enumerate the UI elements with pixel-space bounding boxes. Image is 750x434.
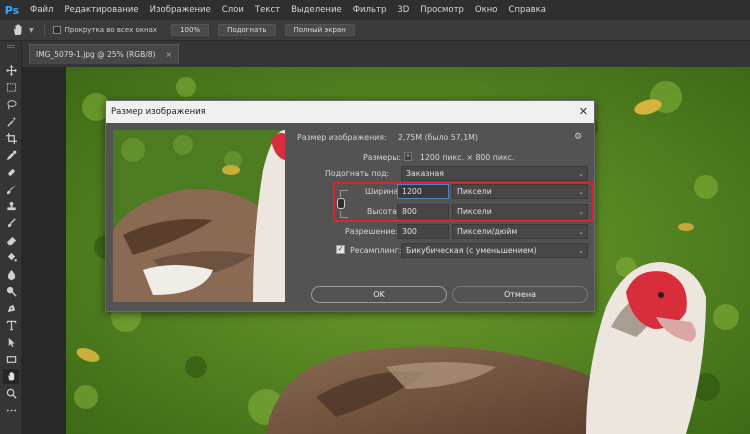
ps-logo: Ps xyxy=(4,3,20,17)
move-tool-icon[interactable] xyxy=(3,63,19,78)
tools-panel xyxy=(0,41,22,434)
zoom-100-button[interactable]: 100% xyxy=(171,24,210,36)
fit-screen-button[interactable]: Подогнать xyxy=(218,24,276,36)
options-bar: ▼ Прокрутка во всех окнах 100% Подогнать… xyxy=(0,20,750,41)
resample-method-value: Бикубическая (с уменьшением) xyxy=(406,246,537,255)
menu-layers[interactable]: Слои xyxy=(222,5,244,15)
dialog-title-bar[interactable]: Размер изображения ✕ xyxy=(106,101,594,123)
chain-bracket-bottom xyxy=(340,211,348,218)
dimensions-dropdown-icon[interactable]: ▾ xyxy=(404,152,412,161)
dialog-title: Размер изображения xyxy=(111,107,206,117)
crop-tool-icon[interactable] xyxy=(3,131,19,146)
fit-to-select[interactable]: Заказная ⌄ xyxy=(401,166,588,181)
resample-checkbox[interactable]: ✓ xyxy=(336,245,345,254)
document-tab-title: IMG_5079-1.jpg @ 25% (RGB/8) xyxy=(36,50,156,59)
width-unit-select[interactable]: Пиксели ⌄ xyxy=(452,184,588,199)
tool-preset-chevron-icon[interactable]: ▼ xyxy=(29,27,34,34)
resample-label: Ресамплинг: xyxy=(350,246,402,255)
resolution-unit-value: Пиксели/дюйм xyxy=(457,227,518,236)
image-preview[interactable] xyxy=(113,130,285,302)
menu-type[interactable]: Текст xyxy=(255,5,280,15)
eraser-tool-icon[interactable] xyxy=(3,233,19,248)
chevron-down-icon: ⌄ xyxy=(578,170,584,178)
ok-button[interactable]: OK xyxy=(311,286,447,303)
menu-filter[interactable]: Фильтр xyxy=(353,5,387,15)
menu-select[interactable]: Выделение xyxy=(291,5,342,15)
menu-file[interactable]: Файл xyxy=(30,5,53,15)
dimensions-value: 1200 пикс. × 800 пикс. xyxy=(420,153,515,162)
height-label: Высота: xyxy=(367,207,400,216)
menu-image[interactable]: Изображение xyxy=(150,5,211,15)
dialog-close-icon[interactable]: ✕ xyxy=(579,105,588,118)
width-value: 1200 xyxy=(402,187,422,196)
resolution-input[interactable]: 300 xyxy=(397,224,449,239)
history-brush-tool-icon[interactable] xyxy=(3,216,19,231)
path-selection-tool-icon[interactable] xyxy=(3,335,19,350)
magic-wand-tool-icon[interactable] xyxy=(3,114,19,129)
width-label: Ширина: xyxy=(365,187,401,196)
document-tab[interactable]: IMG_5079-1.jpg @ 25% (RGB/8) × xyxy=(29,44,180,64)
rectangle-tool-icon[interactable] xyxy=(3,352,19,367)
chevron-down-icon: ⌄ xyxy=(578,188,584,196)
resample-method-select[interactable]: Бикубическая (с уменьшением) ⌄ xyxy=(401,243,588,258)
fit-to-label: Подогнать под: xyxy=(325,169,390,178)
blur-tool-icon[interactable] xyxy=(3,267,19,282)
chevron-down-icon: ⌄ xyxy=(578,228,584,236)
hand-icon[interactable] xyxy=(11,23,25,37)
height-unit-select[interactable]: Пиксели ⌄ xyxy=(452,204,588,219)
marquee-tool-icon[interactable] xyxy=(3,80,19,95)
eyedropper-tool-icon[interactable] xyxy=(3,148,19,163)
zoom-tool-icon[interactable] xyxy=(3,386,19,401)
gear-icon[interactable]: ⚙ xyxy=(574,132,584,142)
chain-bracket-top xyxy=(340,190,348,197)
type-tool-icon[interactable] xyxy=(3,318,19,333)
scroll-all-windows-checkbox[interactable] xyxy=(52,26,61,34)
constrain-proportions-link-icon[interactable] xyxy=(337,198,345,209)
menu-3d[interactable]: 3D xyxy=(397,5,409,15)
preview-duck-illustration xyxy=(113,130,285,302)
lasso-tool-icon[interactable] xyxy=(3,97,19,112)
image-size-dialog: Размер изображения ✕ Размер изображения:… xyxy=(105,100,595,312)
scroll-all-windows-label: Прокрутка во всех окнах xyxy=(64,26,158,34)
cancel-button[interactable]: Отмена xyxy=(452,286,588,303)
menu-edit[interactable]: Редактирование xyxy=(64,5,138,15)
hand-tool-icon[interactable] xyxy=(3,369,19,384)
menu-view[interactable]: Просмотр xyxy=(420,5,464,15)
pen-tool-icon[interactable] xyxy=(3,301,19,316)
width-unit-value: Пиксели xyxy=(457,187,492,196)
clone-stamp-tool-icon[interactable] xyxy=(3,199,19,214)
image-size-label: Размер изображения: xyxy=(297,133,387,142)
more-tools-icon[interactable] xyxy=(3,403,19,418)
width-input[interactable]: 1200 xyxy=(397,184,449,199)
full-screen-button[interactable]: Полный экран xyxy=(284,24,355,36)
height-value: 800 xyxy=(402,207,417,216)
document-tab-bar: IMG_5079-1.jpg @ 25% (RGB/8) × xyxy=(22,41,750,67)
height-unit-value: Пиксели xyxy=(457,207,492,216)
menu-bar: Ps Файл Редактирование Изображение Слои … xyxy=(0,0,750,20)
healing-brush-tool-icon[interactable] xyxy=(3,165,19,180)
paint-bucket-tool-icon[interactable] xyxy=(3,250,19,265)
dimensions-label: Размеры: xyxy=(363,153,402,162)
chevron-down-icon: ⌄ xyxy=(578,247,584,255)
menu-help[interactable]: Справка xyxy=(509,5,546,15)
resolution-unit-select[interactable]: Пиксели/дюйм ⌄ xyxy=(452,224,588,239)
resolution-label: Разрешение: xyxy=(345,227,398,236)
resolution-value: 300 xyxy=(402,227,417,236)
close-tab-icon[interactable]: × xyxy=(165,50,172,59)
panel-grip-icon[interactable] xyxy=(7,45,15,48)
image-size-value: 2,75M (было 57,1M) xyxy=(398,133,478,142)
options-separator xyxy=(43,24,45,36)
photoshop-window: Ps Файл Редактирование Изображение Слои … xyxy=(0,0,750,434)
fit-to-value: Заказная xyxy=(406,169,444,178)
brush-tool-icon[interactable] xyxy=(3,182,19,197)
dodge-tool-icon[interactable] xyxy=(3,284,19,299)
chevron-down-icon: ⌄ xyxy=(578,208,584,216)
height-input[interactable]: 800 xyxy=(397,204,449,219)
menu-window[interactable]: Окно xyxy=(475,5,498,15)
